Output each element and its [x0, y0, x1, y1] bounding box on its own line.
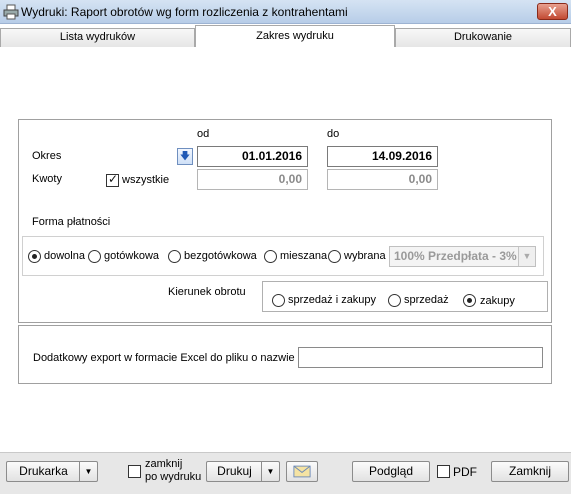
payment-dowolna-radio[interactable] [28, 250, 41, 263]
preview-button[interactable]: Podgląd [352, 461, 430, 482]
payment-type-select[interactable]: 100% Przedpłata - 3% [389, 246, 536, 267]
email-button[interactable] [286, 461, 318, 482]
close-icon: X [548, 4, 557, 19]
printer-button-label: Drukarka [19, 464, 68, 478]
envelope-icon [293, 465, 311, 478]
amount-to-input[interactable]: 0,00 [327, 169, 438, 190]
chevron-down-icon[interactable]: ▼ [261, 462, 279, 481]
export-filename-input[interactable] [298, 347, 543, 368]
preview-button-label: Podgląd [368, 464, 414, 478]
printer-icon [3, 4, 19, 20]
payment-gotowkowa-label: gotówkowa [104, 250, 160, 262]
direction-label: Kierunek obrotu [168, 286, 246, 298]
direction-sales-label: sprzedaż [404, 294, 449, 306]
direction-purchases-label: zakupy [480, 295, 515, 307]
payment-type-value: 100% Przedpłata - 3% [394, 249, 517, 263]
chevron-down-icon[interactable]: ▼ [518, 247, 535, 266]
direction-both-label: sprzedaż i zakupy [288, 294, 377, 306]
payment-mieszana-radio[interactable] [264, 250, 277, 263]
all-amounts-label: wszystkie [122, 174, 170, 186]
pdf-label: PDF [453, 465, 477, 479]
tab-label: Lista wydruków [59, 31, 136, 43]
period-to-input[interactable]: 14.09.2016 [327, 146, 438, 167]
payment-dowolna-label: dowolna [44, 250, 85, 262]
close-after-print-line2: po wydruku [145, 471, 202, 483]
payment-section-label: Forma płatności [32, 216, 111, 228]
printer-button[interactable]: Drukarka ▼ [6, 461, 98, 482]
period-options-button[interactable]: 🡇 [177, 148, 193, 165]
export-label: Dodatkowy export w formacie Excel do pli… [33, 352, 295, 364]
tab-lista-wydrukow[interactable]: Lista wydruków [0, 28, 195, 47]
title-bar: Wydruki: Raport obrotów wg form rozlicze… [0, 0, 571, 24]
amount-from-input[interactable]: 0,00 [197, 169, 308, 190]
direction-sales-radio[interactable] [388, 294, 401, 307]
arrow-down-icon: 🡇 [179, 151, 191, 162]
from-header: od [197, 128, 210, 140]
close-window-button[interactable]: X [537, 3, 568, 20]
payment-bezgotowkowa-radio[interactable] [168, 250, 181, 263]
tab-zakres-wydruku[interactable]: Zakres wydruku [195, 25, 395, 47]
period-from-input[interactable]: 01.01.2016 [197, 146, 308, 167]
tab-label: Zakres wydruku [256, 30, 334, 42]
print-button[interactable]: Drukuj ▼ [206, 461, 280, 482]
payment-gotowkowa-radio[interactable] [88, 250, 101, 263]
close-button[interactable]: Zamknij [491, 461, 569, 482]
all-amounts-checkbox[interactable] [106, 172, 119, 187]
direction-purchases-radio[interactable] [463, 294, 476, 307]
direction-both-radio[interactable] [272, 294, 285, 307]
payment-mieszana-label: mieszana [280, 250, 328, 262]
payment-wybrana-label: wybrana [344, 250, 386, 262]
period-label: Okres [32, 150, 62, 162]
close-button-label: Zamknij [508, 464, 551, 478]
amounts-label: Kwoty [32, 173, 62, 185]
payment-bezgotowkowa-label: bezgotówkowa [184, 250, 257, 262]
to-header: do [327, 128, 340, 140]
print-button-label: Drukuj [217, 464, 252, 478]
close-after-print-line1: zamknij [145, 458, 183, 470]
window-title: Wydruki: Raport obrotów wg form rozlicze… [21, 5, 348, 19]
payment-wybrana-radio[interactable] [328, 250, 341, 263]
tab-drukowanie[interactable]: Drukowanie [395, 28, 571, 47]
close-after-print-checkbox[interactable] [128, 465, 141, 478]
tab-strip: Lista wydruków Zakres wydruku Drukowanie [0, 25, 571, 47]
tab-label: Drukowanie [453, 31, 513, 43]
pdf-checkbox[interactable] [437, 465, 450, 478]
chevron-down-icon[interactable]: ▼ [79, 462, 97, 481]
close-after-print-label: zamknij po wydruku [145, 458, 201, 484]
